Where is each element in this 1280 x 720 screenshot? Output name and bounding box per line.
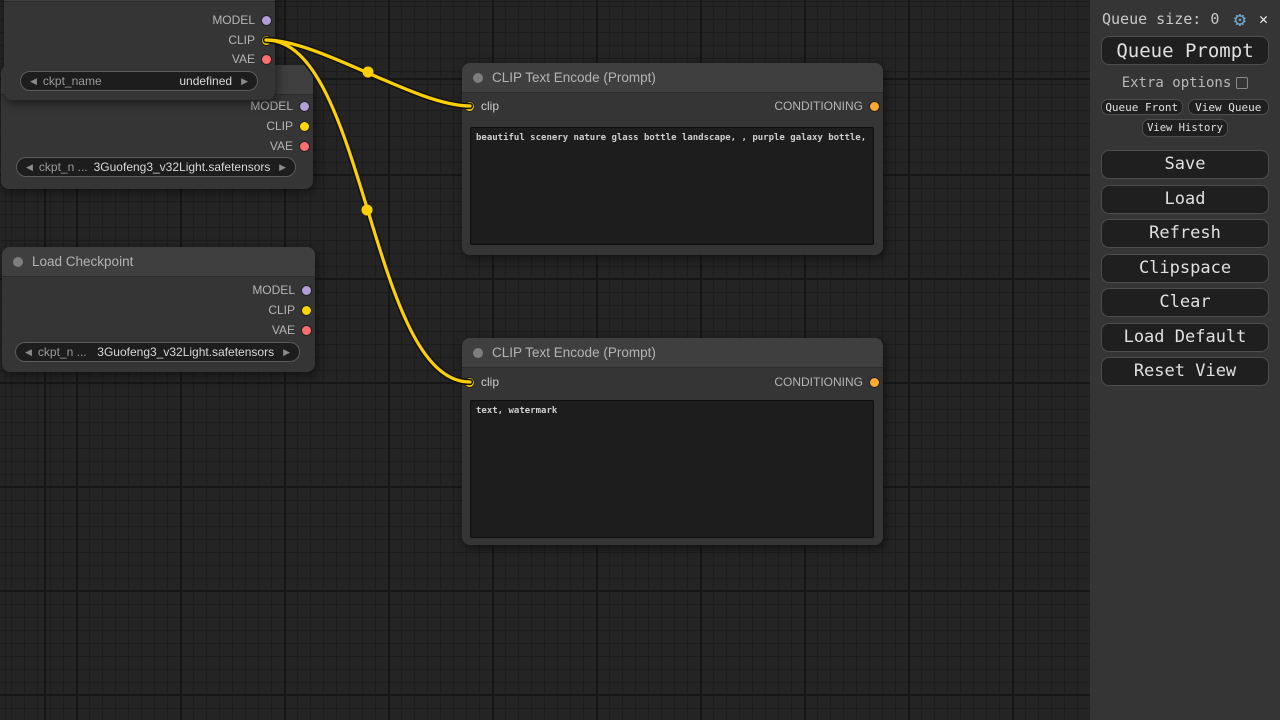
clip-input-port[interactable]: clip (465, 98, 499, 114)
extra-options-label: Extra options (1122, 75, 1232, 91)
vae-output-label: VAE (272, 323, 295, 337)
clip-text-encode-negative-node[interactable]: CLIP Text Encode (Prompt) clip CONDITION… (462, 338, 883, 545)
node-title-text: CLIP Text Encode (Prompt) (492, 345, 656, 360)
view-queue-button[interactable]: View Queue (1188, 99, 1270, 115)
widget-left-arrow-icon[interactable]: ◀ (26, 163, 33, 172)
clip-input-port[interactable]: clip (465, 374, 499, 390)
widget-left-arrow-icon[interactable]: ◀ (25, 348, 32, 357)
vae-port-dot[interactable] (300, 142, 309, 151)
negative-prompt-textarea[interactable]: text, watermark (470, 400, 874, 538)
clip-input-label: clip (481, 99, 499, 113)
widget-value: 3Guofeng3_v32Light.safetensors (93, 345, 274, 359)
reset-view-button[interactable]: Reset View (1101, 357, 1269, 386)
widget-value: 3Guofeng3_v32Light.safetensors (94, 160, 270, 174)
ckpt-name-widget[interactable]: ◀ ckpt_name undefined ▶ (20, 71, 258, 91)
clipspace-button[interactable]: Clipspace (1101, 254, 1269, 283)
queue-actions-row: Queue Front View Queue (1101, 99, 1269, 115)
positive-prompt-textarea[interactable]: beautiful scenery nature glass bottle la… (470, 127, 874, 245)
vae-output-label: VAE (270, 139, 293, 153)
node-title-text: Load Checkpoint (32, 254, 133, 269)
widget-label: ckpt_name (43, 74, 102, 88)
node-title-bar[interactable]: Load Checkpoint (2, 247, 315, 277)
collapse-dot-icon[interactable] (473, 348, 483, 358)
queue-prompt-button[interactable]: Queue Prompt (1101, 36, 1269, 65)
conditioning-output-label: CONDITIONING (774, 375, 863, 389)
wire-midpoint-dot[interactable] (363, 67, 374, 78)
model-output-port[interactable]: MODEL (250, 98, 309, 114)
node-graph-canvas[interactable]: Load Checkpoint MODEL CLIP VAE ◀ ckpt_n … (0, 0, 1280, 720)
view-history-button[interactable]: View History (1142, 119, 1228, 137)
clip-input-label: clip (481, 375, 499, 389)
clip-output-label: CLIP (228, 33, 255, 47)
node-title-bar[interactable]: CLIP Text Encode (Prompt) (462, 338, 883, 368)
node-title-text: CLIP Text Encode (Prompt) (492, 70, 656, 85)
vae-output-port[interactable]: VAE (270, 138, 309, 154)
model-port-dot[interactable] (300, 102, 309, 111)
widget-value: undefined (108, 74, 232, 88)
close-icon[interactable]: ✕ (1259, 10, 1268, 28)
vae-output-port[interactable]: VAE (272, 322, 311, 338)
refresh-button[interactable]: Refresh (1101, 219, 1269, 248)
collapse-dot-icon[interactable] (13, 257, 23, 267)
widget-right-arrow-icon[interactable]: ▶ (283, 348, 290, 357)
load-default-button[interactable]: Load Default (1101, 323, 1269, 352)
collapse-dot-icon[interactable] (473, 73, 483, 83)
queue-size-label: Queue size: 0 (1102, 10, 1234, 28)
clip-port-dot[interactable] (302, 306, 311, 315)
clear-button[interactable]: Clear (1101, 288, 1269, 317)
clip-port-dot[interactable] (465, 102, 474, 111)
vae-port-dot[interactable] (302, 326, 311, 335)
conditioning-output-label: CONDITIONING (774, 99, 863, 113)
vae-output-port[interactable]: VAE (232, 51, 271, 67)
conditioning-output-port[interactable]: CONDITIONING (774, 374, 879, 390)
clip-port-dot[interactable] (465, 378, 474, 387)
model-output-port[interactable]: MODEL (212, 12, 271, 28)
clip-port-dot[interactable] (262, 36, 271, 45)
extra-options-row: Extra options (1090, 75, 1280, 91)
clip-port-dot[interactable] (300, 122, 309, 131)
node-title-bar[interactable]: CLIP Text Encode (Prompt) (462, 63, 883, 93)
load-button[interactable]: Load (1101, 185, 1269, 214)
clip-output-label: CLIP (266, 119, 293, 133)
model-port-dot[interactable] (262, 16, 271, 25)
model-output-label: MODEL (252, 283, 295, 297)
model-output-label: MODEL (250, 99, 293, 113)
model-port-dot[interactable] (302, 286, 311, 295)
extra-options-checkbox[interactable] (1236, 77, 1248, 89)
clip-output-port[interactable]: CLIP (266, 118, 309, 134)
conditioning-port-dot[interactable] (870, 378, 879, 387)
ckpt-name-widget[interactable]: ◀ ckpt_n ... 3Guofeng3_v32Light.safetens… (16, 157, 296, 177)
comfyui-menu-panel: Queue size: 0 ⚙ ✕ Queue Prompt Extra opt… (1090, 0, 1280, 720)
menu-button-list: Save Load Refresh Clipspace Clear Load D… (1101, 150, 1269, 386)
conditioning-output-port[interactable]: CONDITIONING (774, 98, 879, 114)
conditioning-port-dot[interactable] (870, 102, 879, 111)
widget-right-arrow-icon[interactable]: ▶ (241, 77, 248, 86)
clip-text-encode-positive-node[interactable]: CLIP Text Encode (Prompt) clip CONDITION… (462, 63, 883, 255)
ckpt-name-widget[interactable]: ◀ ckpt_n ... 3Guofeng3_v32Light.safetens… (15, 342, 300, 362)
clip-output-port[interactable]: CLIP (268, 302, 311, 318)
menu-header[interactable]: Queue size: 0 ⚙ ✕ (1090, 0, 1280, 28)
widget-right-arrow-icon[interactable]: ▶ (279, 163, 286, 172)
widget-label: ckpt_n ... (38, 345, 87, 359)
widget-left-arrow-icon[interactable]: ◀ (30, 77, 37, 86)
widget-label: ckpt_n ... (39, 160, 88, 174)
load-checkpoint-node-top[interactable]: MODEL CLIP VAE ◀ ckpt_name undefined ▶ (4, 0, 275, 100)
settings-gear-icon[interactable]: ⚙ (1234, 10, 1246, 28)
load-checkpoint-node[interactable]: Load Checkpoint MODEL CLIP VAE ◀ ckpt_n … (2, 247, 315, 372)
wire-midpoint-dot[interactable] (362, 205, 373, 216)
clip-output-label: CLIP (268, 303, 295, 317)
model-output-port[interactable]: MODEL (252, 282, 311, 298)
node-title-bar[interactable] (4, 0, 275, 2)
vae-output-label: VAE (232, 52, 255, 66)
clip-output-port[interactable]: CLIP (228, 32, 271, 48)
save-button[interactable]: Save (1101, 150, 1269, 179)
vae-port-dot[interactable] (262, 55, 271, 64)
queue-front-button[interactable]: Queue Front (1101, 99, 1183, 115)
model-output-label: MODEL (212, 13, 255, 27)
